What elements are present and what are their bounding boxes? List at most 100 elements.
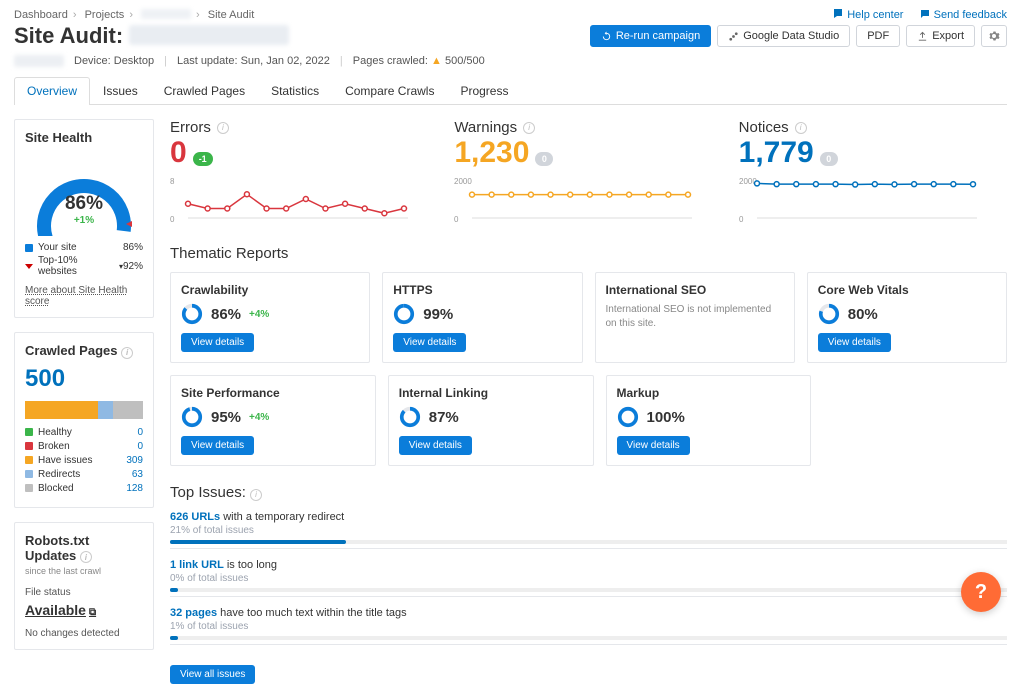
view-details-button[interactable]: View details — [181, 436, 254, 455]
report-name: HTTPS — [393, 283, 571, 297]
report-international-seo: International SEOInternational SEO is no… — [595, 272, 795, 363]
page-title: Site Audit: — [14, 23, 289, 49]
report-internal-linking: Internal Linking 87% View details — [388, 375, 594, 466]
stat-errors: Errorsi 0 -1 8 0 — [170, 119, 438, 227]
legend-square — [25, 456, 33, 464]
stat-notices: Noticesi 1,7790 2000 0 — [739, 119, 1007, 227]
google-data-studio-button[interactable]: Google Data Studio — [717, 25, 850, 47]
report-name: Internal Linking — [399, 386, 583, 400]
pdf-button[interactable]: PDF — [856, 25, 900, 47]
gear-icon — [988, 30, 1000, 42]
crawled-row-redirects[interactable]: Redirects63 — [25, 469, 143, 480]
crawled-row-blocked[interactable]: Blocked128 — [25, 483, 143, 494]
tab-statistics[interactable]: Statistics — [258, 77, 332, 104]
issue-row: 32 pages have too much text within the t… — [170, 607, 1007, 645]
feedback-icon — [919, 8, 931, 20]
report-percent: 87% — [429, 409, 459, 426]
errors-sparkline: 8 0 — [170, 174, 410, 224]
meta-row: Device: Desktop | Last update: Sun, Jan … — [14, 55, 1007, 67]
stat-delta-pill: -1 — [193, 152, 213, 166]
view-details-button[interactable]: View details — [181, 333, 254, 352]
crawled-pages-card: Crawled Pages i 500 Healthy0Broken0Have … — [14, 332, 154, 508]
legend-your-site: Your site 86% — [25, 242, 143, 253]
tab-overview[interactable]: Overview — [14, 77, 90, 104]
stat-value: 1,779 — [739, 138, 814, 168]
view-details-button[interactable]: View details — [617, 436, 690, 455]
crawled-value: 309 — [126, 455, 143, 466]
site-health-percent: 86% — [29, 193, 139, 215]
stat-label: Warnings — [454, 119, 517, 136]
legend-top-sites[interactable]: Top-10% websites ▾ 92% — [25, 255, 143, 277]
svg-text:0: 0 — [454, 215, 459, 224]
issue-link[interactable]: 1 link URL — [170, 559, 224, 571]
issue-bar-fill — [170, 540, 346, 544]
issue-text: is too long — [224, 559, 277, 571]
crawled-pages-title: Crawled Pages i — [25, 343, 143, 359]
view-all-issues-button[interactable]: View all issues — [170, 665, 255, 684]
more-about-score-link[interactable]: More about Site Health score — [25, 285, 143, 307]
tab-compare-crawls[interactable]: Compare Crawls — [332, 77, 447, 104]
info-icon[interactable]: i — [121, 347, 133, 359]
tab-issues[interactable]: Issues — [90, 77, 151, 104]
issue-row: 626 URLs with a temporary redirect 21% o… — [170, 511, 1007, 549]
issue-row: 1 link URL is too long 0% of total issue… — [170, 559, 1007, 597]
stat-delta-pill: 0 — [535, 152, 553, 166]
donut-icon — [399, 406, 421, 428]
tabs: OverviewIssuesCrawled PagesStatisticsCom… — [14, 77, 1007, 105]
stat-value: 0 — [170, 138, 187, 168]
info-icon[interactable]: i — [523, 122, 535, 134]
report-core-web-vitals: Core Web Vitals80%View details — [807, 272, 1007, 363]
gds-icon — [728, 31, 739, 42]
stat-label: Errors — [170, 119, 211, 136]
last-update-value: Sun, Jan 02, 2022 — [241, 55, 330, 67]
send-feedback-link[interactable]: Send feedback — [919, 9, 1007, 21]
crawled-value: 0 — [137, 441, 143, 452]
export-icon — [917, 31, 928, 42]
report-percent: 100% — [647, 409, 685, 426]
tab-crawled-pages[interactable]: Crawled Pages — [151, 77, 258, 104]
crumb-projects[interactable]: Projects — [85, 9, 125, 21]
issue-bar-track — [170, 636, 1007, 640]
info-icon[interactable]: i — [217, 122, 229, 134]
robots-card: Robots.txt Updates i since the last craw… — [14, 522, 154, 651]
view-details-button[interactable]: View details — [393, 333, 466, 352]
export-button[interactable]: Export — [906, 25, 975, 47]
view-details-button[interactable]: View details — [818, 333, 891, 352]
issue-bar-track — [170, 540, 1007, 544]
crawled-row-broken[interactable]: Broken0 — [25, 441, 143, 452]
crawled-row-healthy[interactable]: Healthy0 — [25, 427, 143, 438]
help-center-link[interactable]: Help center — [832, 9, 903, 21]
info-icon[interactable]: i — [80, 551, 92, 563]
issue-text: have too much text within the title tags — [217, 607, 407, 619]
svg-text:2000: 2000 — [454, 177, 472, 186]
help-center-text: Help center — [847, 9, 903, 21]
device-value: Desktop — [114, 55, 154, 67]
issue-bar-track — [170, 588, 1007, 592]
report-name: Core Web Vitals — [818, 283, 996, 297]
report-percent: 99% — [423, 306, 453, 323]
crumb-dashboard[interactable]: Dashboard — [14, 9, 68, 21]
issue-link[interactable]: 626 URLs — [170, 511, 220, 523]
settings-button[interactable] — [981, 25, 1007, 47]
site-health-card: Site Health 86% +1% Your site 86% — [14, 119, 154, 318]
robots-status-value[interactable]: Available⧉ — [25, 602, 96, 618]
help-fab-button[interactable]: ? — [961, 572, 1001, 612]
crawled-row-have-issues[interactable]: Have issues309 — [25, 455, 143, 466]
issue-percent: 0% of total issues — [170, 573, 1007, 584]
svg-text:8: 8 — [170, 177, 175, 186]
site-health-delta: +1% — [29, 215, 139, 226]
rerun-campaign-button[interactable]: Re-run campaign — [590, 25, 711, 47]
info-icon[interactable]: i — [795, 122, 807, 134]
report-markup: Markup100%View details — [606, 375, 812, 466]
info-icon[interactable]: i — [250, 489, 262, 501]
legend-square — [25, 428, 33, 436]
view-details-button[interactable]: View details — [399, 436, 472, 455]
tab-progress[interactable]: Progress — [447, 77, 521, 104]
issue-bar-fill — [170, 636, 178, 640]
stat-delta-pill: 0 — [820, 152, 838, 166]
crumb-project-name[interactable] — [141, 9, 191, 19]
notices-sparkline: 2000 0 — [739, 174, 979, 224]
issue-link[interactable]: 32 pages — [170, 607, 217, 619]
svg-text:0: 0 — [170, 215, 175, 224]
caret-down-icon — [25, 264, 33, 269]
